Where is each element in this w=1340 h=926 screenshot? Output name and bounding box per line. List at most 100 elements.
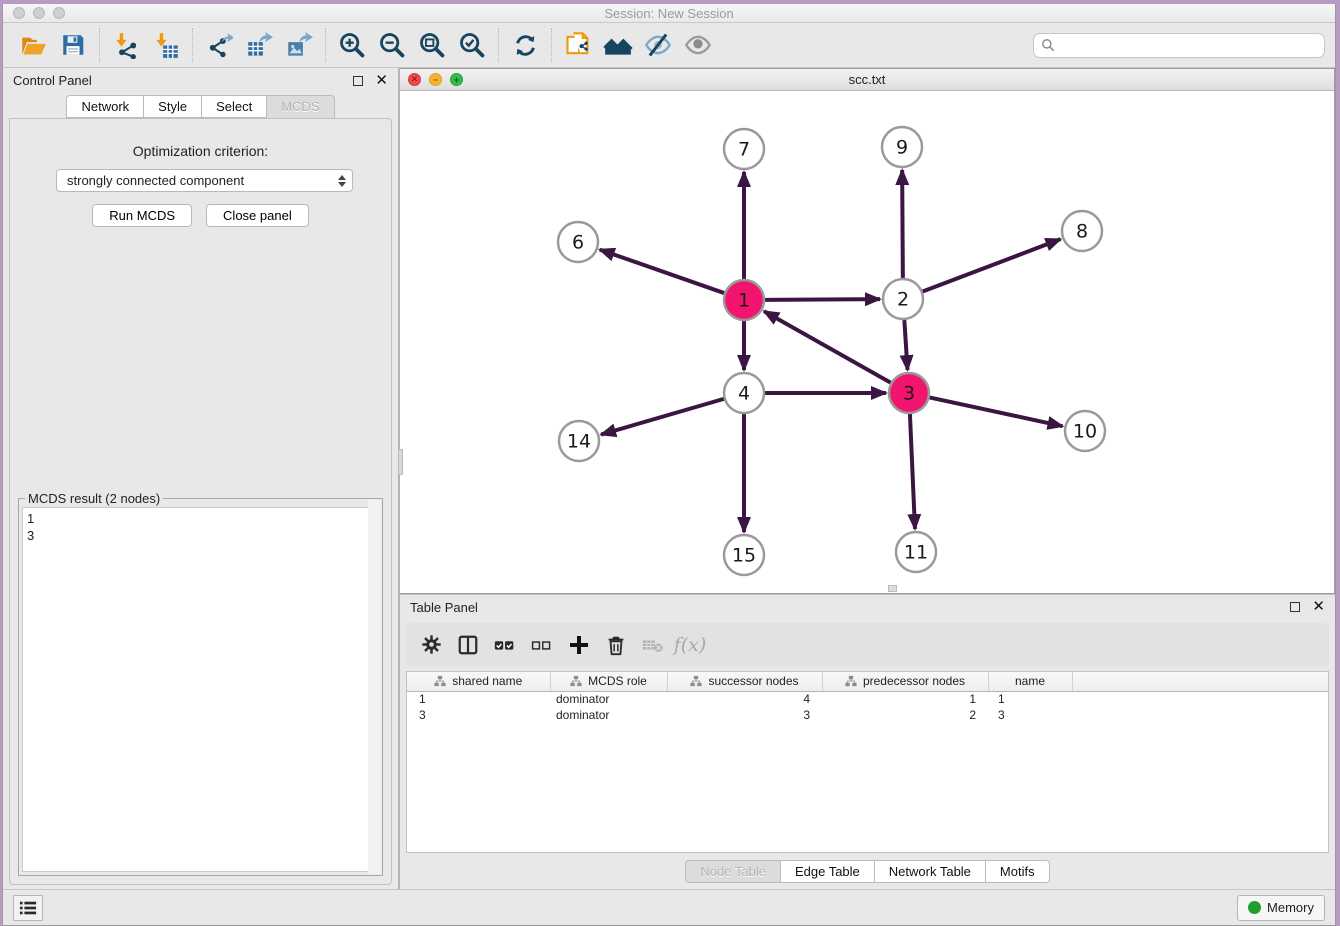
toolbar-separator [99, 28, 100, 62]
graph-node-1[interactable]: 1 [724, 280, 764, 320]
select-all-icon[interactable] [490, 630, 520, 660]
zoom-fit-icon[interactable] [412, 28, 452, 62]
table-toolbar: f(x) [406, 623, 1329, 666]
close-panel-button[interactable]: Close panel [206, 204, 309, 227]
run-mcds-button[interactable]: Run MCDS [92, 204, 192, 227]
graph-edge-3-11[interactable] [910, 414, 915, 529]
tab-style[interactable]: Style [143, 95, 201, 118]
result-scrollbar[interactable] [368, 500, 381, 874]
svg-text:9: 9 [896, 137, 908, 159]
optimization-criterion-select[interactable]: strongly connected component [56, 169, 353, 192]
show-all-icon[interactable] [678, 28, 718, 62]
graph-edge-1-6[interactable] [600, 250, 724, 293]
table-row[interactable]: 1 dominator 4 1 1 [407, 691, 1328, 707]
graph-node-9[interactable]: 9 [882, 127, 922, 167]
deselect-all-icon[interactable] [527, 630, 557, 660]
graph-node-6[interactable]: 6 [558, 222, 598, 262]
export-network-icon[interactable] [199, 28, 239, 62]
tab-network-table[interactable]: Network Table [874, 860, 985, 883]
control-panel: Control Panel ✕ Network Style Select MCD… [3, 68, 400, 889]
tab-mcds[interactable]: MCDS [266, 95, 334, 118]
column-header[interactable]: MCDS role [550, 672, 667, 691]
open-file-icon[interactable] [13, 28, 53, 62]
mcds-result-text[interactable]: 1 3 [22, 507, 379, 872]
control-panel-tabs: Network Style Select MCDS [3, 95, 398, 118]
zoom-out-icon[interactable] [372, 28, 412, 62]
hierarchy-icon [570, 675, 582, 687]
float-panel-icon[interactable] [353, 76, 363, 86]
first-neighbors-icon[interactable] [598, 28, 638, 62]
graph-edge-3-10[interactable] [930, 397, 1063, 426]
task-history-button[interactable] [13, 895, 43, 921]
window-title: Session: New Session [3, 6, 1335, 21]
network-canvas[interactable]: 7 9 6 8 1 2 4 3 14 10 15 11 [400, 91, 1334, 593]
mcds-result-title: MCDS result (2 nodes) [25, 491, 163, 506]
graph-edge-2-9[interactable] [902, 170, 903, 278]
search-input[interactable] [1060, 38, 1317, 52]
duplicate-network-icon[interactable] [558, 28, 598, 62]
graph-node-8[interactable]: 8 [1062, 211, 1102, 251]
graph-node-10[interactable]: 10 [1065, 411, 1105, 451]
graph-node-11[interactable]: 11 [896, 532, 936, 572]
add-column-icon[interactable] [564, 630, 594, 660]
table-row[interactable]: 3 dominator 3 2 3 [407, 707, 1328, 723]
columns-icon[interactable] [453, 630, 483, 660]
export-table-icon[interactable] [239, 28, 279, 62]
column-header[interactable]: name [988, 672, 1072, 691]
toolbar-separator [498, 28, 499, 62]
splitter-grip[interactable] [398, 449, 403, 475]
column-header[interactable]: predecessor nodes [822, 672, 988, 691]
status-bar: Memory [3, 889, 1335, 925]
search-field[interactable] [1033, 33, 1325, 58]
toolbar-separator [192, 28, 193, 62]
svg-text:15: 15 [732, 545, 756, 567]
svg-text:4: 4 [738, 383, 750, 405]
graph-node-7[interactable]: 7 [724, 129, 764, 169]
hierarchy-icon [690, 675, 702, 687]
delete-column-icon[interactable] [601, 630, 631, 660]
memory-status-icon [1248, 901, 1261, 914]
column-header[interactable]: shared name [407, 672, 550, 691]
network-view-window: ✕ − + scc.txt 7968124314101511 [400, 68, 1335, 594]
node-table[interactable]: shared name MCDS role successor nodes pr… [406, 671, 1329, 853]
graph-node-15[interactable]: 15 [724, 535, 764, 575]
graph-edge-4-14[interactable] [601, 399, 724, 435]
hide-selected-icon[interactable] [638, 28, 678, 62]
graph-edge-2-8[interactable] [923, 239, 1061, 291]
graph-node-3[interactable]: 3 [889, 373, 929, 413]
table-header-row: shared name MCDS role successor nodes pr… [407, 672, 1328, 691]
memory-button[interactable]: Memory [1237, 895, 1325, 921]
graph-node-14[interactable]: 14 [559, 421, 599, 461]
graph-edge-3-1[interactable] [764, 311, 891, 382]
title-bar: Session: New Session [3, 4, 1335, 23]
graph-node-4[interactable]: 4 [724, 373, 764, 413]
import-table-icon[interactable] [146, 28, 186, 62]
splitter-grip[interactable] [888, 585, 897, 592]
float-table-panel-icon[interactable] [1290, 602, 1300, 612]
delete-table-icon[interactable] [638, 630, 668, 660]
graph-edge-2-3[interactable] [904, 320, 907, 370]
gear-icon[interactable] [416, 630, 446, 660]
tab-node-table[interactable]: Node Table [685, 860, 780, 883]
graph-edge-1-2[interactable] [765, 299, 880, 300]
graph-node-2[interactable]: 2 [883, 279, 923, 319]
zoom-in-icon[interactable] [332, 28, 372, 62]
tab-motifs[interactable]: Motifs [985, 860, 1050, 883]
task-list-icon [19, 900, 37, 916]
save-session-icon[interactable] [53, 28, 93, 62]
tab-select[interactable]: Select [201, 95, 266, 118]
refresh-icon[interactable] [505, 28, 545, 62]
network-title: scc.txt [400, 72, 1334, 87]
close-table-panel-icon[interactable]: ✕ [1312, 602, 1325, 612]
tab-network[interactable]: Network [66, 95, 143, 118]
network-graph[interactable]: 7 9 6 8 1 2 4 3 14 10 15 11 [400, 91, 1334, 593]
import-network-icon[interactable] [106, 28, 146, 62]
svg-text:3: 3 [903, 383, 915, 405]
column-header[interactable]: successor nodes [667, 672, 822, 691]
svg-text:2: 2 [897, 289, 909, 311]
export-image-icon[interactable] [279, 28, 319, 62]
toolbar-separator [551, 28, 552, 62]
tab-edge-table[interactable]: Edge Table [780, 860, 874, 883]
close-panel-icon[interactable]: ✕ [375, 76, 388, 86]
zoom-selected-icon[interactable] [452, 28, 492, 62]
